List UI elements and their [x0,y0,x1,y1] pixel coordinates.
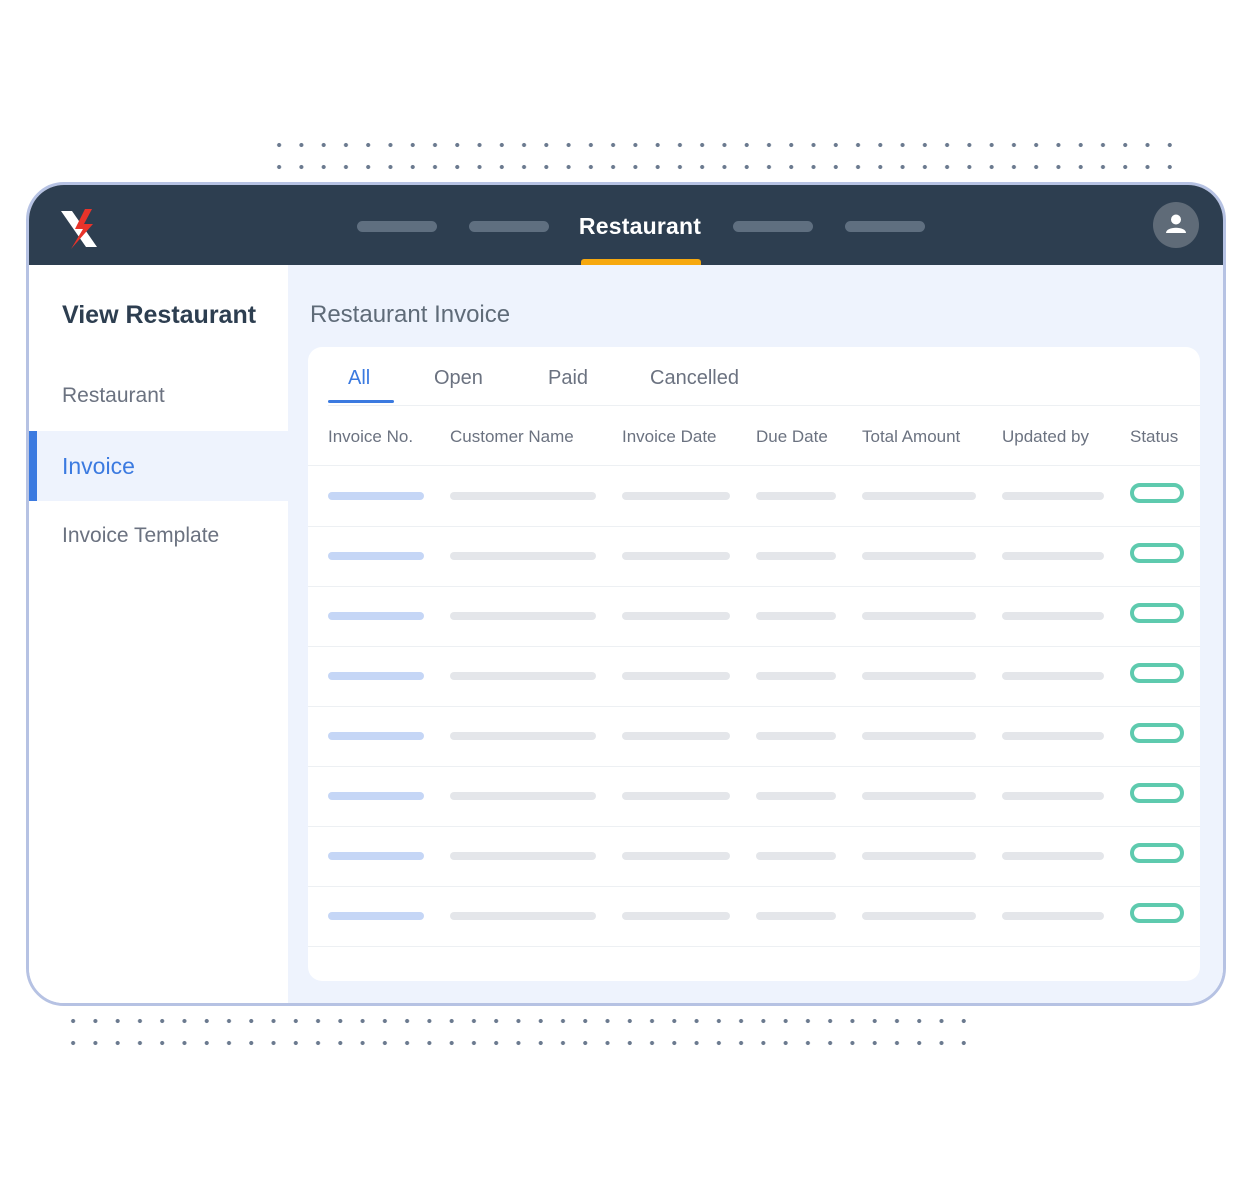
user-icon [1166,214,1186,233]
column-header-invoice-date: Invoice Date [622,427,717,446]
total-amount-placeholder [862,612,976,620]
nav-item-placeholder[interactable] [357,221,437,232]
due-date-placeholder [756,612,836,620]
customer-name-placeholder [450,552,596,560]
invoice-date-placeholder [622,492,730,500]
updated-by-placeholder [1002,792,1104,800]
updated-by-placeholder [1002,912,1104,920]
invoice-date-placeholder [622,612,730,620]
table-row[interactable] [308,587,1200,647]
total-amount-placeholder [862,792,976,800]
total-amount-placeholder [862,732,976,740]
status-badge [1130,723,1184,743]
status-badge [1130,903,1184,923]
main-content: Restaurant Invoice All Open Paid Cancell… [288,265,1223,1003]
table-row[interactable] [308,887,1200,947]
table-row[interactable] [308,647,1200,707]
total-amount-placeholder [862,912,976,920]
status-badge [1130,783,1184,803]
sidebar: View Restaurant Restaurant Invoice Invoi… [29,265,288,1003]
tab-all[interactable]: All [348,367,370,390]
invoice-date-placeholder [622,792,730,800]
due-date-placeholder [756,672,836,680]
tab-cancelled[interactable]: Cancelled [650,367,739,390]
updated-by-placeholder [1002,732,1104,740]
table-row[interactable] [308,767,1200,827]
table-row[interactable] [308,527,1200,587]
invoice-no-placeholder[interactable] [328,672,424,680]
invoice-table-card: All Open Paid Cancelled Invoice No. Cust… [308,347,1200,981]
status-badge [1130,603,1184,623]
top-nav-bar: Restaurant [29,185,1223,265]
due-date-placeholder [756,732,836,740]
total-amount-placeholder [862,852,976,860]
updated-by-placeholder [1002,552,1104,560]
column-header-total-amount: Total Amount [862,427,961,446]
nav-item-restaurant[interactable]: Restaurant [575,213,705,240]
customer-name-placeholder [450,792,596,800]
x-bolt-logo-icon [61,209,97,249]
sidebar-item-invoice-template[interactable]: Invoice Template [29,501,288,571]
column-header-status: Status [1130,427,1179,446]
decorative-dots-top [268,134,1172,170]
due-date-placeholder [756,492,836,500]
divider [328,405,1200,406]
status-badge [1130,843,1184,863]
customer-name-placeholder [450,732,596,740]
column-header-customer-name: Customer Name [450,427,574,446]
status-badge [1130,543,1184,563]
column-header-due-date: Due Date [756,427,828,446]
customer-name-placeholder [450,672,596,680]
nav-item-placeholder[interactable] [733,221,813,232]
table-row[interactable] [308,707,1200,767]
sidebar-title: View Restaurant [62,301,257,329]
invoice-no-placeholder[interactable] [328,732,424,740]
table-row[interactable] [308,467,1200,527]
status-badge [1130,483,1184,503]
sidebar-item-invoice[interactable]: Invoice [29,431,288,501]
sidebar-item-restaurant[interactable]: Restaurant [29,361,288,431]
invoice-date-placeholder [622,912,730,920]
tab-open[interactable]: Open [434,367,483,390]
total-amount-placeholder [862,552,976,560]
nav-item-placeholder[interactable] [845,221,925,232]
total-amount-placeholder [862,492,976,500]
due-date-placeholder [756,852,836,860]
customer-name-placeholder [450,492,596,500]
due-date-placeholder [756,552,836,560]
invoice-date-placeholder [622,552,730,560]
updated-by-placeholder [1002,612,1104,620]
table-row[interactable] [308,827,1200,887]
invoice-no-placeholder[interactable] [328,612,424,620]
page-title: Restaurant Invoice [310,301,511,328]
tab-active-indicator [328,400,394,403]
divider [308,465,1200,466]
invoice-date-placeholder [622,672,730,680]
due-date-placeholder [756,792,836,800]
total-amount-placeholder [862,672,976,680]
invoice-no-placeholder[interactable] [328,492,424,500]
tab-paid[interactable]: Paid [548,367,588,390]
column-header-invoice-no: Invoice No. [328,427,414,446]
customer-name-placeholder [450,912,596,920]
customer-name-placeholder [450,852,596,860]
updated-by-placeholder [1002,852,1104,860]
invoice-date-placeholder [622,852,730,860]
due-date-placeholder [756,912,836,920]
invoice-no-placeholder[interactable] [328,792,424,800]
updated-by-placeholder [1002,672,1104,680]
invoice-no-placeholder[interactable] [328,852,424,860]
user-avatar-button[interactable] [1153,202,1199,248]
status-badge [1130,663,1184,683]
updated-by-placeholder [1002,492,1104,500]
nav-item-placeholder[interactable] [469,221,549,232]
decorative-dots-bottom [62,1010,966,1046]
invoice-date-placeholder [622,732,730,740]
customer-name-placeholder [450,612,596,620]
app-window: Restaurant View Restaurant Restaurant In… [26,182,1226,1006]
invoice-no-placeholder[interactable] [328,552,424,560]
row-divider [308,946,1200,947]
column-header-updated-by: Updated by [1002,427,1089,446]
invoice-no-placeholder[interactable] [328,912,424,920]
